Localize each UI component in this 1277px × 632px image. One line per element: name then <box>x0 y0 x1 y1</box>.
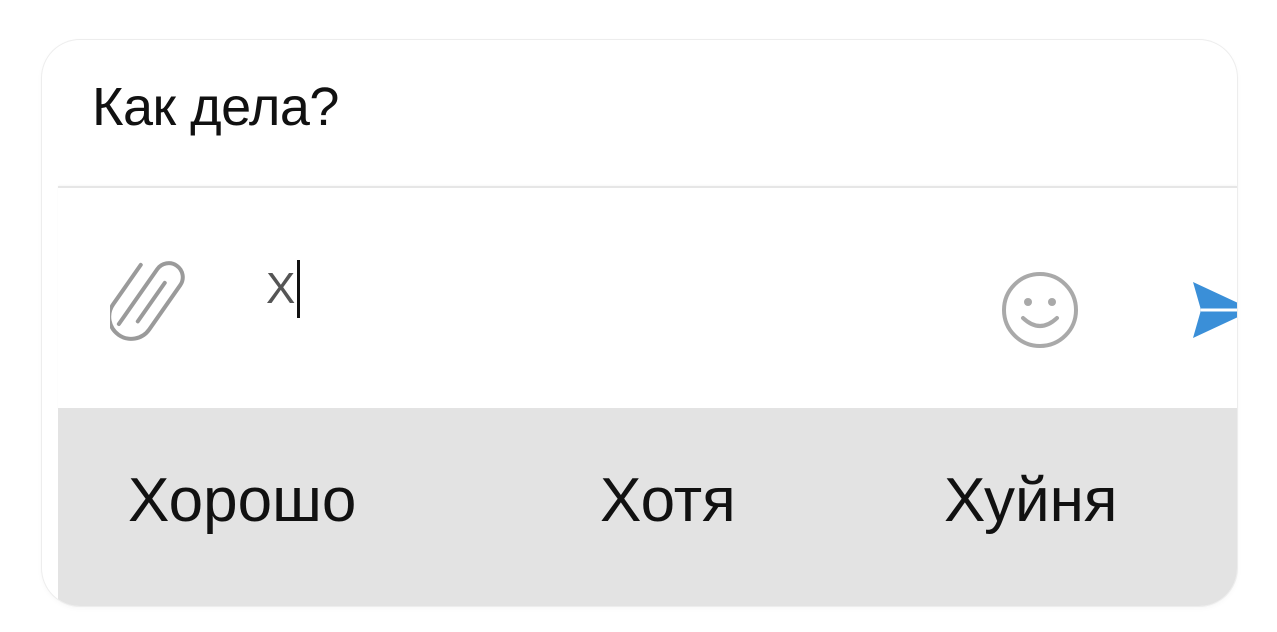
send-arrow-icon[interactable] <box>1193 282 1237 338</box>
keyboard-suggestion-bar: Хорошо Хотя Хуйня <box>58 408 1237 606</box>
paperclip-icon[interactable] <box>110 242 190 352</box>
message-composer: Х <box>58 186 1237 410</box>
smiley-icon[interactable] <box>998 268 1082 352</box>
text-caret <box>297 260 301 318</box>
input-text: Х <box>266 264 296 313</box>
received-message: Как дела? <box>92 77 339 137</box>
suggestion-3[interactable]: Хуйня <box>944 470 1117 532</box>
message-input[interactable]: Х <box>266 244 966 334</box>
suggestion-2[interactable]: Хотя <box>600 470 736 532</box>
suggestion-1[interactable]: Хорошо <box>128 470 356 532</box>
chat-card: Как дела? Х Хорошо Хотя Хуйня <box>42 40 1237 606</box>
